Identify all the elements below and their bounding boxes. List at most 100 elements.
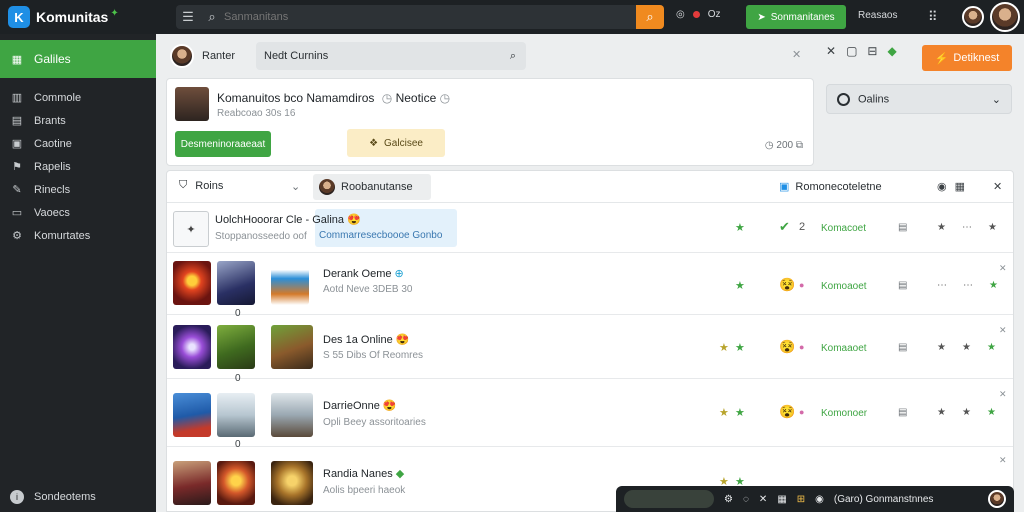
game-thumb[interactable]: [271, 461, 313, 505]
emoji-icon: 😍: [382, 400, 397, 412]
list-item[interactable]: 0 DarrieOnne 😍 Opli Beey assoritoaries ★…: [167, 379, 1013, 450]
top-link[interactable]: Reasaos: [858, 10, 897, 21]
game-thumb[interactable]: [217, 393, 255, 437]
grid-icon[interactable]: ▦: [955, 180, 965, 193]
sidebar-item-4[interactable]: ⚑ Rapelis: [0, 155, 156, 178]
star-icon[interactable]: ★: [719, 341, 729, 354]
star-icon[interactable]: ★: [735, 406, 745, 419]
close-icon[interactable]: ✕: [999, 263, 1007, 274]
search-submit-button[interactable]: ⌕: [636, 5, 664, 29]
sidebar-item-6[interactable]: ▭ Vaoecs: [0, 201, 156, 224]
recording-status[interactable]: ◎ Oz: [676, 9, 721, 20]
friend-avatar[interactable]: [962, 6, 984, 28]
star-icon[interactable]: ★: [937, 407, 946, 418]
sidebar-item-1[interactable]: ▥ Commole: [0, 86, 156, 109]
sidebar-bottom-item[interactable]: i Sondeotems: [10, 490, 96, 504]
more-icon[interactable]: ⋯: [963, 280, 973, 291]
clipboard-icon: ▣: [11, 138, 23, 150]
game-thumb[interactable]: [217, 325, 255, 369]
list-item[interactable]: 0 Derank Oeme ⊕ Aotd Neve 3DEB 30 ★ 😵 ● …: [167, 253, 1013, 319]
close-icon[interactable]: ✕: [792, 48, 801, 61]
game-thumb[interactable]: [271, 325, 313, 369]
emoji-icon: 😵: [779, 339, 796, 354]
list-item[interactable]: 0 Des 1a Online 😍 S 55 Dibs Of Reomres ★…: [167, 315, 1013, 384]
avatar-icon[interactable]: ◉: [815, 494, 824, 505]
star-icon[interactable]: ★: [735, 221, 745, 234]
primary-action-button[interactable]: ⚡ Detiknest: [922, 45, 1012, 71]
close-icon[interactable]: ✕: [826, 44, 836, 58]
apps-grid-icon[interactable]: ⠿: [928, 9, 938, 25]
notification-avatar[interactable]: [988, 490, 1006, 508]
game-thumb[interactable]: [217, 461, 255, 505]
close-icon[interactable]: ✕: [993, 180, 1002, 193]
sidebar-item-active[interactable]: ▦ Galiles: [0, 40, 156, 78]
apps-icon[interactable]: ▦: [777, 494, 786, 505]
profile-avatar[interactable]: [170, 44, 194, 68]
join-button[interactable]: Desmeninoraaeaat: [175, 131, 271, 157]
book-icon: ▥: [11, 92, 23, 104]
more-icon[interactable]: ⋯: [937, 280, 947, 291]
chevron-down-icon[interactable]: ⌄: [291, 180, 300, 193]
search-input[interactable]: [224, 11, 636, 23]
chat-icon[interactable]: ◌: [743, 494, 749, 505]
list-item[interactable]: ✦ UolchHooorar Cle - Galina 😍 Stoppanoss…: [167, 203, 1013, 253]
game-thumb[interactable]: [173, 393, 211, 437]
doc-icon[interactable]: ▤: [898, 222, 907, 233]
bottom-bar-label[interactable]: (Garo) Gonmanstnnes: [834, 494, 934, 505]
star-icon[interactable]: ★: [987, 407, 996, 418]
check-count: 2: [799, 221, 806, 233]
doc-icon[interactable]: ▤: [898, 280, 907, 291]
windows-icon[interactable]: ⊞: [797, 494, 805, 505]
sidebar-item-3[interactable]: ▣ Caotine: [0, 132, 156, 155]
game-thumb[interactable]: [271, 393, 313, 437]
star-icon[interactable]: ★: [962, 407, 971, 418]
list-header: ⛉ Roins ⌄ Roobanutanse ▣ Romonecoteletne…: [167, 171, 1013, 203]
close-icon[interactable]: ✕: [999, 455, 1007, 466]
top-action-button[interactable]: ➤ Sonmanitanes: [746, 5, 846, 29]
game-thumb[interactable]: [173, 325, 211, 369]
close-icon[interactable]: ✕: [999, 389, 1007, 400]
user-chip[interactable]: Roobanutanse: [313, 174, 431, 200]
square-icon[interactable]: ▢: [846, 44, 857, 58]
star-icon[interactable]: ★: [937, 222, 946, 233]
more-icon[interactable]: ⋯: [962, 222, 972, 233]
sidebar-item-5[interactable]: ✎ Rinecls: [0, 178, 156, 201]
game-thumb[interactable]: [271, 261, 309, 305]
menu-icon[interactable]: ☰: [176, 9, 200, 25]
channel-search[interactable]: Nedt Curnins ⌕: [256, 42, 526, 70]
game-thumb[interactable]: [173, 461, 211, 505]
bottom-status-bar: ⚙ ◌ ✕ ▦ ⊞ ◉ (Garo) Gonmanstnnes: [616, 486, 1014, 512]
filter-dropdown[interactable]: Oalins ⌄: [826, 84, 1012, 114]
close-icon[interactable]: ✕: [999, 325, 1007, 336]
community-title: Komanuitos bco Namamdiros ◷ Neotice ◷: [217, 91, 450, 105]
star-icon[interactable]: ★: [735, 341, 745, 354]
grid-icon: ▦: [11, 53, 23, 66]
star-icon[interactable]: ★: [937, 342, 946, 353]
star-icon[interactable]: ★: [987, 342, 996, 353]
doc-icon[interactable]: ▤: [898, 407, 907, 418]
sidebar-item-2[interactable]: ▤ Brants: [0, 109, 156, 132]
user-avatar[interactable]: [990, 2, 1020, 32]
game-thumb[interactable]: [173, 261, 211, 305]
star-icon[interactable]: ★: [988, 222, 997, 233]
chevron-down-icon: ⌄: [991, 93, 1001, 106]
global-search[interactable]: ☰ ⌕ ⌕: [176, 5, 664, 29]
window-icon[interactable]: ⊟: [867, 44, 877, 58]
close-icon[interactable]: ✕: [759, 494, 767, 505]
star-icon[interactable]: ★: [989, 280, 998, 291]
list-header-right[interactable]: ▣ Romonecoteletne: [779, 180, 882, 194]
profile-label[interactable]: Ranter: [202, 50, 235, 62]
highlight-chip-text: Commarresecboooe Gonbo: [319, 230, 443, 241]
star-icon[interactable]: ★: [735, 279, 745, 292]
list-filter[interactable]: ⛉ Roins: [179, 179, 223, 192]
sidebar-item-7[interactable]: ⚙ Komurtates: [0, 224, 156, 247]
badge-icon[interactable]: ◆: [887, 44, 896, 58]
game-thumb[interactable]: [217, 261, 255, 305]
doc-icon[interactable]: ▤: [898, 342, 907, 353]
star-icon[interactable]: ★: [962, 342, 971, 353]
gamepad-icon[interactable]: ⚙: [724, 494, 733, 505]
settings-icon[interactable]: ◉: [937, 180, 947, 193]
highlight-button[interactable]: ❖ Galcisee: [347, 129, 445, 157]
star-icon[interactable]: ★: [719, 406, 729, 419]
app-logo[interactable]: K Komunitas ✦: [0, 6, 160, 28]
